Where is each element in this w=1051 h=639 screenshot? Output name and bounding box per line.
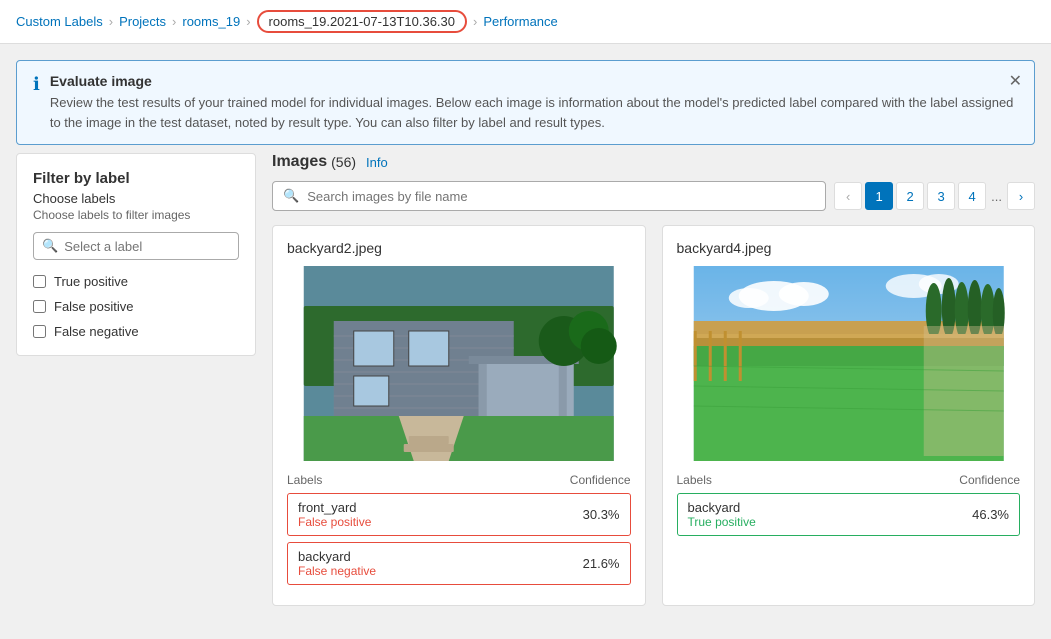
breadcrumb-performance[interactable]: Performance: [483, 14, 557, 29]
banner-body: Review the test results of your trained …: [50, 93, 1018, 132]
choose-labels-sublabel: Choose labels to filter images: [33, 208, 239, 222]
breadcrumb-sep-4: ›: [473, 14, 477, 29]
card-1-image: [287, 266, 631, 461]
card-1-label-1-confidence: 30.3%: [583, 507, 620, 522]
card-2-filename: backyard4.jpeg: [677, 240, 1021, 256]
breadcrumb: Custom Labels › Projects › rooms_19 › ro…: [0, 0, 1051, 44]
filter-options: True positive False positive False negat…: [33, 274, 239, 339]
card-1-label-1-info: front_yard False positive: [298, 500, 583, 529]
card-2-label-1-info: backyard True positive: [688, 500, 973, 529]
card-1-filename: backyard2.jpeg: [287, 240, 631, 256]
card-2-label-1-name: backyard: [688, 500, 973, 515]
images-info-link[interactable]: Info: [366, 155, 388, 170]
filter-false-positive[interactable]: False positive: [33, 299, 239, 314]
filter-sidebar: Filter by label Choose labels Choose lab…: [16, 153, 256, 356]
images-title: Images: [272, 153, 327, 171]
image-grid: backyard2.jpeg: [272, 225, 1035, 606]
card-1-label-1-name: front_yard: [298, 500, 583, 515]
card-1-label-row-1: front_yard False positive 30.3%: [287, 493, 631, 536]
banner-title: Evaluate image: [50, 73, 1018, 89]
pagination-page-3[interactable]: 3: [927, 182, 955, 210]
choose-labels-label: Choose labels: [33, 191, 239, 206]
close-banner-button[interactable]: ✕: [1009, 71, 1022, 91]
card-1-label-2-info: backyard False negative: [298, 549, 583, 578]
filter-false-negative-label: False negative: [54, 324, 139, 339]
card-2-label-1-confidence: 46.3%: [972, 507, 1009, 522]
filter-true-positive-label: True positive: [54, 274, 128, 289]
card-2-labels-col: Labels: [677, 473, 712, 487]
card-2-labels-header: Labels Confidence: [677, 473, 1021, 487]
main-layout: Filter by label Choose labels Choose lab…: [0, 153, 1051, 622]
filter-false-negative[interactable]: False negative: [33, 324, 239, 339]
search-pagination-row: 🔍 ‹ 1 2 3 4 ... ›: [272, 181, 1035, 211]
search-input[interactable]: [307, 189, 815, 204]
filter-true-positive-checkbox[interactable]: [33, 275, 46, 288]
card-1-label-2-confidence: 21.6%: [583, 556, 620, 571]
pagination-page-4[interactable]: 4: [958, 182, 986, 210]
label-search-icon: 🔍: [42, 238, 58, 254]
breadcrumb-custom-labels[interactable]: Custom Labels: [16, 14, 103, 29]
pagination: ‹ 1 2 3 4 ... ›: [834, 182, 1035, 210]
card-1-confidence-col: Confidence: [570, 473, 631, 487]
pagination-dots: ...: [989, 189, 1004, 204]
breadcrumb-active-model[interactable]: rooms_19.2021-07-13T10.36.30: [257, 10, 467, 33]
content-area: Images (56) Info 🔍 ‹ 1 2 3 4 ... ›: [272, 153, 1035, 606]
card-2-image: [677, 266, 1021, 461]
card-1-label-2-type: False negative: [298, 564, 583, 578]
pagination-page-1[interactable]: 1: [865, 182, 893, 210]
images-header: Images (56) Info: [272, 153, 1035, 171]
sidebar-title: Filter by label: [33, 170, 239, 187]
pagination-next[interactable]: ›: [1007, 182, 1035, 210]
breadcrumb-projects[interactable]: Projects: [119, 14, 166, 29]
info-icon: ℹ: [33, 74, 40, 95]
breadcrumb-sep-2: ›: [172, 14, 176, 29]
card-2-label-row-1: backyard True positive 46.3%: [677, 493, 1021, 536]
search-icon: 🔍: [283, 188, 299, 204]
image-card-1: backyard2.jpeg: [272, 225, 646, 606]
breadcrumb-rooms19[interactable]: rooms_19: [182, 14, 240, 29]
filter-true-positive[interactable]: True positive: [33, 274, 239, 289]
card-1-labels-col: Labels: [287, 473, 322, 487]
images-count: (56): [331, 154, 356, 170]
search-bar[interactable]: 🔍: [272, 181, 826, 211]
breadcrumb-sep-3: ›: [246, 14, 250, 29]
filter-false-positive-checkbox[interactable]: [33, 300, 46, 313]
image-card-2: backyard4.jpeg: [662, 225, 1036, 606]
label-search-input[interactable]: [64, 239, 230, 254]
label-search-box[interactable]: 🔍: [33, 232, 239, 260]
card-2-label-1-type: True positive: [688, 515, 973, 529]
card-1-label-row-2: backyard False negative 21.6%: [287, 542, 631, 585]
card-1-labels-header: Labels Confidence: [287, 473, 631, 487]
card-1-label-1-type: False positive: [298, 515, 583, 529]
breadcrumb-sep-1: ›: [109, 14, 113, 29]
filter-false-negative-checkbox[interactable]: [33, 325, 46, 338]
pagination-page-2[interactable]: 2: [896, 182, 924, 210]
card-2-confidence-col: Confidence: [959, 473, 1020, 487]
pagination-prev[interactable]: ‹: [834, 182, 862, 210]
info-banner: ℹ Evaluate image Review the test results…: [16, 60, 1035, 145]
filter-false-positive-label: False positive: [54, 299, 133, 314]
card-1-label-2-name: backyard: [298, 549, 583, 564]
